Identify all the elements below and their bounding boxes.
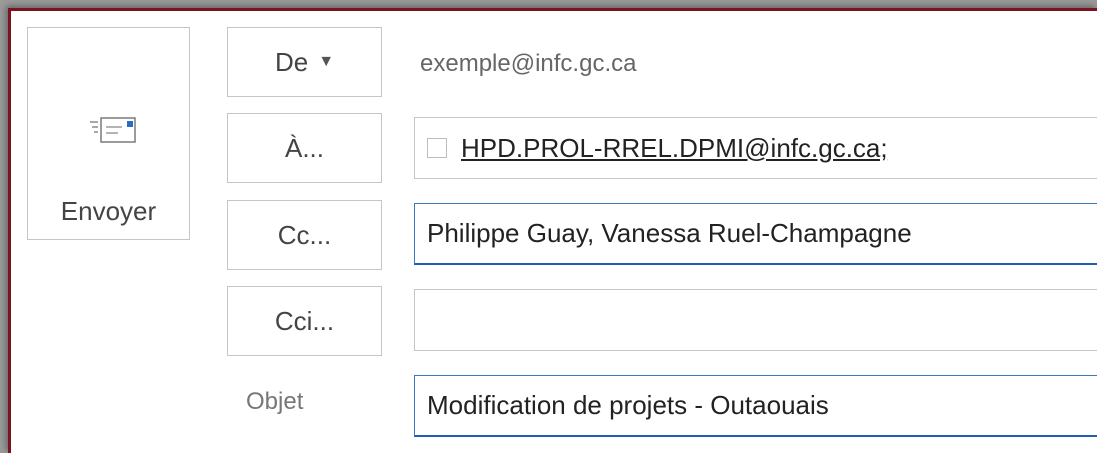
to-recipient[interactable]: HPD.PROL-RREL.DPMI@infc.gc.ca; <box>461 133 888 164</box>
from-button[interactable]: De ▼ <box>227 27 382 97</box>
cc-button-label: Cc... <box>277 219 332 250</box>
subject-value: Modification de projets - Outaouais <box>427 390 829 420</box>
bcc-field[interactable] <box>414 289 1097 351</box>
send-button[interactable]: Envoyer <box>27 27 190 240</box>
subject-label: Objet <box>246 388 304 415</box>
subject-field[interactable]: Modification de projets - Outaouais <box>414 375 1097 437</box>
send-label: Envoyer <box>60 196 157 226</box>
cc-field[interactable]: Philippe Guay, Vanessa Ruel-Champagne <box>414 203 1097 265</box>
cc-button[interactable]: Cc... <box>227 200 382 270</box>
send-mail-icon <box>90 117 136 143</box>
cc-value: Philippe Guay, Vanessa Ruel-Champagne <box>427 218 912 248</box>
to-button-label: À... <box>284 132 324 163</box>
to-field[interactable]: HPD.PROL-RREL.DPMI@infc.gc.ca; <box>414 117 1097 179</box>
from-button-label: De <box>274 46 309 77</box>
caret-down-icon: ▼ <box>318 53 335 70</box>
bcc-button[interactable]: Cci... <box>227 286 382 356</box>
recipient-checkbox-icon <box>427 138 447 158</box>
from-address: exemple@infc.gc.ca <box>420 50 637 77</box>
to-button[interactable]: À... <box>227 113 382 183</box>
bcc-button-label: Cci... <box>274 305 335 336</box>
